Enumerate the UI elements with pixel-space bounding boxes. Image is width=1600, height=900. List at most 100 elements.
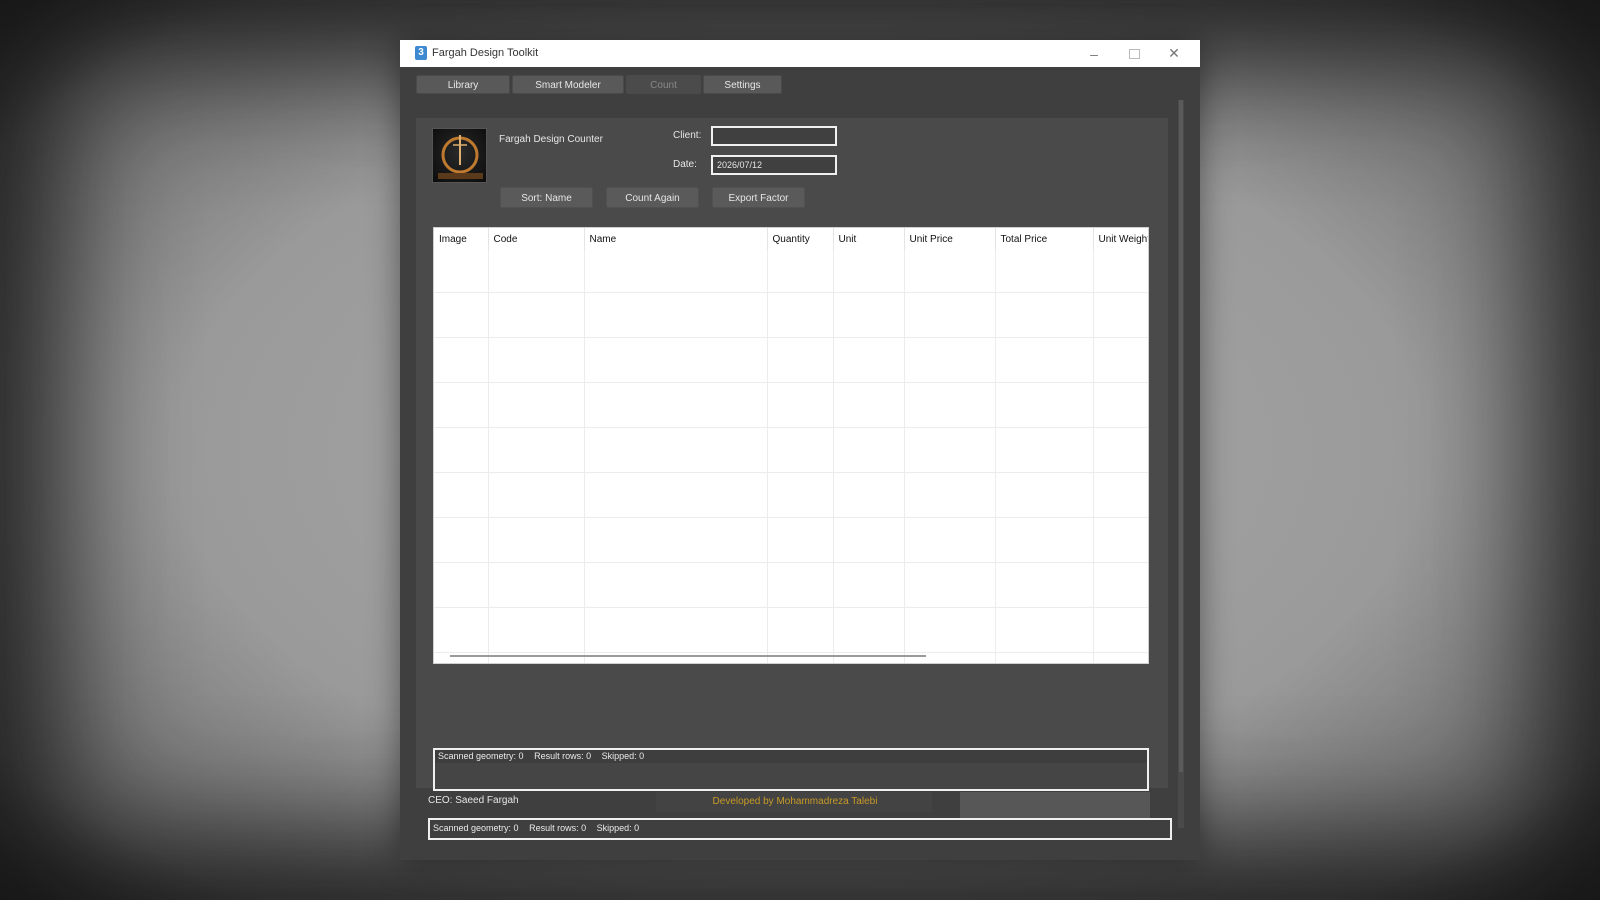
table-cell[interactable] (488, 517, 585, 563)
column-header-total-price[interactable]: Total Price (995, 228, 1094, 250)
table-cell[interactable] (1093, 382, 1148, 428)
table-cell[interactable] (995, 292, 1094, 338)
vertical-scrollbar[interactable] (1178, 100, 1184, 828)
table-cell[interactable] (904, 382, 996, 428)
table-cell[interactable] (434, 292, 489, 338)
table-cell[interactable] (995, 562, 1094, 608)
table-cell[interactable] (488, 472, 585, 518)
table-cell[interactable] (434, 607, 489, 653)
table-cell[interactable] (1093, 607, 1148, 653)
table-cell[interactable] (767, 427, 834, 473)
results-table[interactable]: Image Code Name Quantity Unit Unit Price… (433, 227, 1149, 664)
table-cell[interactable] (434, 427, 489, 473)
table-row[interactable] (434, 562, 1148, 608)
minimize-button[interactable]: – (1074, 40, 1114, 67)
column-header-image[interactable]: Image (434, 228, 489, 250)
tab-settings[interactable]: Settings (703, 75, 782, 94)
table-cell[interactable] (767, 562, 834, 608)
table-cell[interactable] (767, 337, 834, 383)
table-cell[interactable] (767, 292, 834, 338)
table-cell[interactable] (995, 337, 1094, 383)
column-header-unit-price[interactable]: Unit Price (904, 228, 996, 250)
table-cell[interactable] (1093, 250, 1148, 293)
table-cell[interactable] (488, 292, 585, 338)
table-cell[interactable] (833, 292, 905, 338)
tab-library[interactable]: Library (416, 75, 510, 94)
table-cell[interactable] (833, 607, 905, 653)
maximize-button[interactable] (1114, 40, 1154, 67)
tab-count[interactable]: Count (626, 75, 701, 94)
table-cell[interactable] (904, 517, 996, 563)
table-row[interactable] (434, 382, 1148, 428)
count-again-button[interactable]: Count Again (606, 187, 699, 208)
table-row[interactable] (434, 337, 1148, 383)
table-cell[interactable] (904, 562, 996, 608)
table-cell[interactable] (434, 250, 489, 293)
table-cell[interactable] (904, 472, 996, 518)
export-factor-button[interactable]: Export Factor (712, 187, 805, 208)
table-cell[interactable] (904, 337, 996, 383)
table-cell[interactable] (833, 517, 905, 563)
table-cell[interactable] (995, 382, 1094, 428)
table-cell[interactable] (488, 382, 585, 428)
table-cell[interactable] (434, 517, 489, 563)
table-cell[interactable] (995, 427, 1094, 473)
table-cell[interactable] (767, 472, 834, 518)
date-input[interactable] (711, 155, 837, 175)
table-cell[interactable] (995, 250, 1094, 293)
sort-button[interactable]: Sort: Name (500, 187, 593, 208)
table-cell[interactable] (434, 382, 489, 428)
table-row[interactable] (434, 607, 1148, 653)
table-cell[interactable] (833, 337, 905, 383)
table-cell[interactable] (833, 562, 905, 608)
column-header-code[interactable]: Code (488, 228, 585, 250)
table-cell[interactable] (488, 250, 585, 293)
table-cell[interactable] (833, 472, 905, 518)
table-row[interactable] (434, 472, 1148, 518)
table-cell[interactable] (1093, 292, 1148, 338)
column-header-unit[interactable]: Unit (833, 228, 905, 250)
table-cell[interactable] (995, 517, 1094, 563)
table-cell[interactable] (904, 607, 996, 653)
table-cell[interactable] (488, 562, 585, 608)
table-cell[interactable] (434, 337, 489, 383)
table-cell[interactable] (1093, 427, 1148, 473)
table-cell[interactable] (1093, 652, 1148, 663)
table-row[interactable] (434, 292, 1148, 338)
table-cell[interactable] (904, 292, 996, 338)
table-cell[interactable] (584, 250, 768, 293)
close-button[interactable]: ✕ (1154, 40, 1194, 67)
table-row[interactable] (434, 427, 1148, 473)
table-cell[interactable] (995, 472, 1094, 518)
client-input[interactable] (711, 126, 837, 146)
table-cell[interactable] (434, 562, 489, 608)
table-cell[interactable] (767, 517, 834, 563)
table-cell[interactable] (1093, 337, 1148, 383)
table-cell[interactable] (767, 607, 834, 653)
table-cell[interactable] (1093, 472, 1148, 518)
table-cell[interactable] (1093, 517, 1148, 563)
column-header-quantity[interactable]: Quantity (767, 228, 834, 250)
table-cell[interactable] (995, 607, 1094, 653)
table-cell[interactable] (1093, 562, 1148, 608)
table-cell[interactable] (584, 562, 768, 608)
table-cell[interactable] (995, 652, 1094, 663)
scrollbar-thumb[interactable] (1179, 100, 1183, 772)
table-cell[interactable] (833, 427, 905, 473)
table-cell[interactable] (767, 250, 834, 293)
table-cell[interactable] (833, 382, 905, 428)
table-cell[interactable] (584, 607, 768, 653)
column-header-unit-weight[interactable]: Unit Weight (1093, 228, 1148, 250)
table-cell[interactable] (584, 292, 768, 338)
table-cell[interactable] (488, 337, 585, 383)
tab-smart-modeler[interactable]: Smart Modeler (512, 75, 624, 94)
table-cell[interactable] (584, 517, 768, 563)
table-row[interactable] (434, 517, 1148, 563)
title-bar[interactable]: 3 Fargah Design Toolkit – ✕ (400, 40, 1200, 67)
table-row[interactable] (434, 250, 1148, 293)
table-cell[interactable] (434, 472, 489, 518)
table-cell[interactable] (584, 472, 768, 518)
table-cell[interactable] (584, 427, 768, 473)
table-cell[interactable] (584, 382, 768, 428)
column-header-name[interactable]: Name (584, 228, 768, 250)
